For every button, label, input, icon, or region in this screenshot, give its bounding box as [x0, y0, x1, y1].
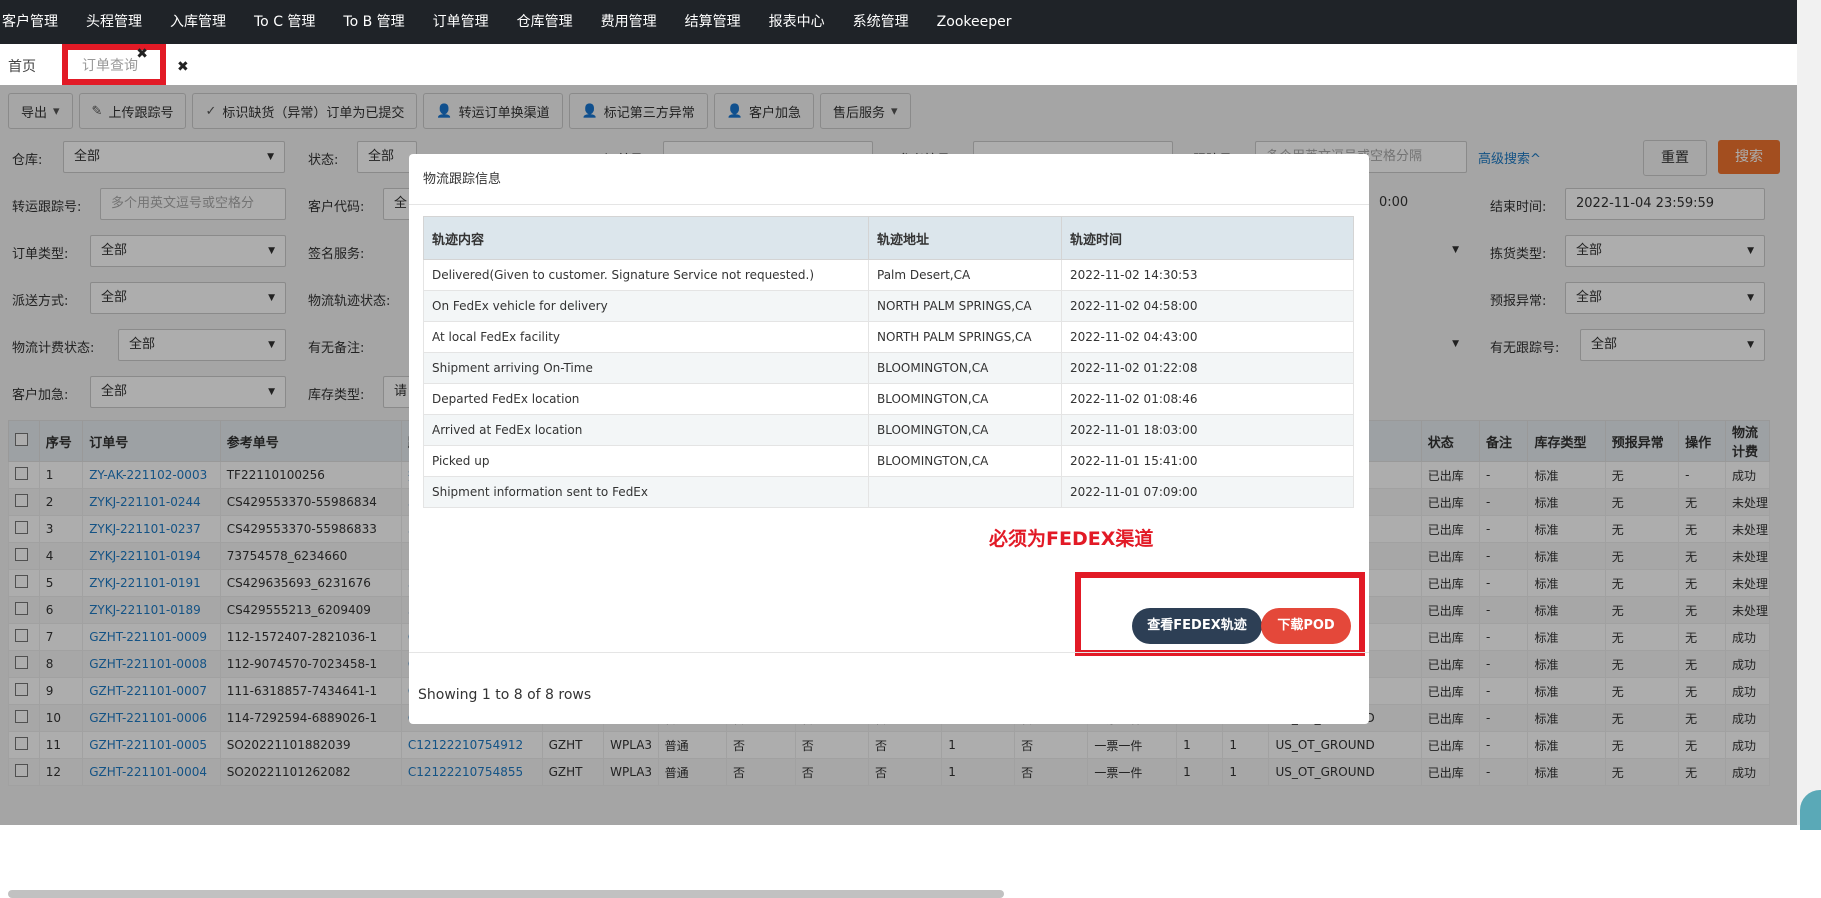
- tracking-row: On FedEx vehicle for delivery NORTH PALM …: [423, 290, 1354, 322]
- tracking-cell: Palm Desert,CA: [868, 259, 1062, 291]
- tracking-cell: 2022-11-02 04:58:00: [1061, 290, 1354, 322]
- tracking-row: Picked up BLOOMINGTON,CA 2022-11-01 15:41:…: [423, 445, 1354, 477]
- tracking-cell: 2022-11-02 01:22:08: [1061, 352, 1354, 384]
- nav-zookeeper[interactable]: Zookeeper: [923, 0, 1026, 44]
- pagination-info: Showing 1 to 8 of 8 rows: [418, 687, 592, 703]
- divider: [409, 204, 1369, 205]
- nav-tob[interactable]: To B 管理: [329, 0, 418, 44]
- tracking-cell: Delivered(Given to customer. Signature S…: [423, 259, 869, 291]
- fedex-channel-note: 必须为FEDEX渠道: [989, 528, 1154, 550]
- tracking-modal: 物流跟踪信息 轨迹内容 轨迹地址 轨迹时间 Delivered(Given to…: [409, 154, 1369, 724]
- nav-customer[interactable]: 客户管理: [0, 0, 72, 44]
- tracking-cell: BLOOMINGTON,CA: [868, 383, 1062, 415]
- nav-settlement[interactable]: 结算管理: [671, 0, 755, 44]
- tracking-row: Shipment information sent to FedEx 2022-1…: [423, 476, 1354, 508]
- nav-orders[interactable]: 订单管理: [419, 0, 503, 44]
- tracking-table: 轨迹内容 轨迹地址 轨迹时间 Delivered(Given to custom…: [423, 216, 1354, 508]
- col-header: 轨迹内容: [423, 216, 869, 260]
- divider: [409, 652, 1369, 653]
- tracking-cell: NORTH PALM SPRINGS,CA: [868, 321, 1062, 353]
- tab-order-query[interactable]: 订单查询 ✖: [62, 44, 166, 85]
- tracking-cell: On FedEx vehicle for delivery: [423, 290, 869, 322]
- tracking-row: Arrived at FedEx location BLOOMINGTON,CA 2…: [423, 414, 1354, 446]
- tracking-cell: 2022-11-01 18:03:00: [1061, 414, 1354, 446]
- tracking-cell: NORTH PALM SPRINGS,CA: [868, 290, 1062, 322]
- tracking-cell: 2022-11-01 15:41:00: [1061, 445, 1354, 477]
- col-header: 轨迹地址: [868, 216, 1062, 260]
- nav-toc[interactable]: To C 管理: [240, 0, 329, 44]
- tab-bar: 首页 订单查询 ✖ ✖: [0, 44, 1797, 86]
- view-fedex-track-button[interactable]: 查看FEDEX轨迹: [1132, 608, 1262, 644]
- tracking-row: Delivered(Given to customer. Signature S…: [423, 259, 1354, 291]
- nav-reports[interactable]: 报表中心: [755, 0, 839, 44]
- nav-warehouse[interactable]: 仓库管理: [503, 0, 587, 44]
- tracking-cell: Departed FedEx location: [423, 383, 869, 415]
- tracking-cell: Shipment information sent to FedEx: [423, 476, 869, 508]
- tracking-cell: At local FedEx facility: [423, 321, 869, 353]
- close-all-icon[interactable]: ✖: [177, 44, 189, 85]
- tracking-row: At local FedEx facility NORTH PALM SPRING…: [423, 321, 1354, 353]
- tab-home[interactable]: 首页: [8, 44, 36, 85]
- top-nav: 客户管理 头程管理 入库管理 To C 管理 To B 管理 订单管理 仓库管理…: [0, 0, 1797, 44]
- tracking-cell: 2022-11-02 14:30:53: [1061, 259, 1354, 291]
- nav-fees[interactable]: 费用管理: [587, 0, 671, 44]
- nav-inbound[interactable]: 入库管理: [156, 0, 240, 44]
- tracking-cell: Arrived at FedEx location: [423, 414, 869, 446]
- tracking-header-row: 轨迹内容 轨迹地址 轨迹时间: [423, 216, 1354, 260]
- tracking-cell: 2022-11-02 04:43:00: [1061, 321, 1354, 353]
- tracking-row: Shipment arriving On-Time BLOOMINGTON,CA 2…: [423, 352, 1354, 384]
- tracking-cell: BLOOMINGTON,CA: [868, 352, 1062, 384]
- modal-title: 物流跟踪信息: [423, 172, 502, 187]
- tracking-cell: BLOOMINGTON,CA: [868, 414, 1062, 446]
- tracking-cell: 2022-11-01 07:09:00: [1061, 476, 1354, 508]
- vertical-scrollbar[interactable]: [1797, 0, 1821, 825]
- close-icon[interactable]: ✖: [136, 38, 148, 70]
- tracking-cell: BLOOMINGTON,CA: [868, 445, 1062, 477]
- tracking-row: Departed FedEx location BLOOMINGTON,CA 202…: [423, 383, 1354, 415]
- download-pod-button[interactable]: 下载POD: [1261, 608, 1351, 644]
- horizontal-scrollbar[interactable]: [8, 890, 1004, 898]
- col-header: 轨迹时间: [1061, 216, 1354, 260]
- tracking-cell: Shipment arriving On-Time: [423, 352, 869, 384]
- tab-order-query-label: 订单查询: [82, 58, 138, 74]
- tracking-cell: 2022-11-02 01:08:46: [1061, 383, 1354, 415]
- tracking-cell: [868, 476, 1062, 508]
- nav-system[interactable]: 系统管理: [839, 0, 923, 44]
- tracking-cell: Picked up: [423, 445, 869, 477]
